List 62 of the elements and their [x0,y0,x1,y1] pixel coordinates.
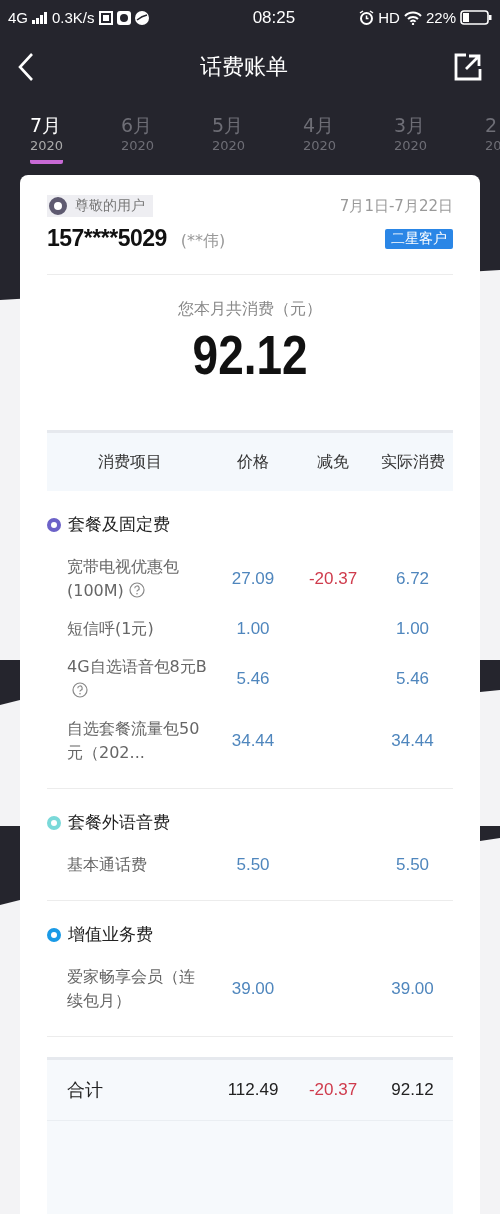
item-name: 爱家畅享会员（连续包月） [67,966,196,1012]
item-name: 4G自选语音包8元B [67,655,208,703]
battery-icon [460,10,492,25]
column-header: 价格 [236,451,270,473]
actual-cell-text: 6.72 [394,569,431,589]
app-icon [98,10,113,25]
category-title: 套餐及固定费 [68,513,170,536]
price-cell-text: 5.50 [235,855,271,875]
customer-level-badge: 二星客户 [385,228,453,249]
price-cell-text: 39.00 [230,979,276,999]
month-tab[interactable]: 4月 2020 [287,109,378,165]
discount-cell-text: -20.37 [307,1080,359,1100]
actual-cell-text: 5.46 [394,669,431,689]
background-band [480,826,500,841]
month-tab[interactable]: 2 20 [469,109,500,165]
price-cell-text: 34.44 [230,731,276,751]
background-band [480,660,500,692]
app-icon [134,10,149,25]
share-button[interactable] [454,53,482,81]
month-tab[interactable]: 7月 2020 [14,109,105,165]
billing-period: 7月1日-7月22日 [339,196,453,216]
item-name: 短信呼(1元) [67,618,155,640]
item-name: 宽带电视优惠包(100M) [67,556,180,602]
hd-indicator: HD [378,9,400,26]
actual-cell-text: 92.12 [390,1080,435,1100]
page-title: 话费账单 [200,53,288,81]
battery-percent: 22% [425,9,456,26]
total-amount: 92.12 [192,322,308,388]
price-cell-text: 27.09 [230,569,276,589]
network-type: 4G [8,9,28,26]
column-header: 实际消费 [379,451,446,473]
price-cell-text: 1.00 [235,619,271,639]
clock-time: 08:25 [252,7,296,28]
actual-cell-text: 39.00 [390,979,435,999]
actual-cell-text: 1.00 [394,619,431,639]
column-header: 减免 [316,451,350,473]
month-tab[interactable]: 5月 2020 [196,109,287,165]
month-tab[interactable]: 3月 2020 [378,109,469,165]
user-tag: 尊敬的用户 [47,195,153,217]
actual-cell-text: 34.44 [390,731,435,751]
network-speed: 0.3K/s [52,9,95,26]
price-cell-text: 112.49 [226,1080,280,1100]
back-button[interactable] [18,52,34,82]
column-header: 消费项目 [96,451,163,473]
phone-number: 157****5029 [47,225,167,252]
item-name: 基本通话费 [67,854,148,876]
item-name: 自选套餐流量包50元（202... [67,718,201,764]
background-band [0,660,20,705]
signal-icon [32,11,48,24]
wifi-icon [403,10,422,25]
actual-cell-text: 5.50 [394,855,431,875]
help-icon[interactable] [128,582,145,598]
alarm-icon [359,10,375,25]
total-label: 您本月共消费（元） [178,299,322,320]
discount-cell-text: -20.37 [307,569,359,589]
user-name: (**伟) [180,231,226,252]
category-title: 增值业务费 [68,923,153,946]
help-icon[interactable] [72,682,88,698]
price-cell-text: 5.46 [235,669,271,689]
month-tab[interactable]: 6月 2020 [105,109,196,165]
total-row-label: 合计 [67,1078,104,1102]
category-title: 套餐外语音费 [68,811,170,834]
